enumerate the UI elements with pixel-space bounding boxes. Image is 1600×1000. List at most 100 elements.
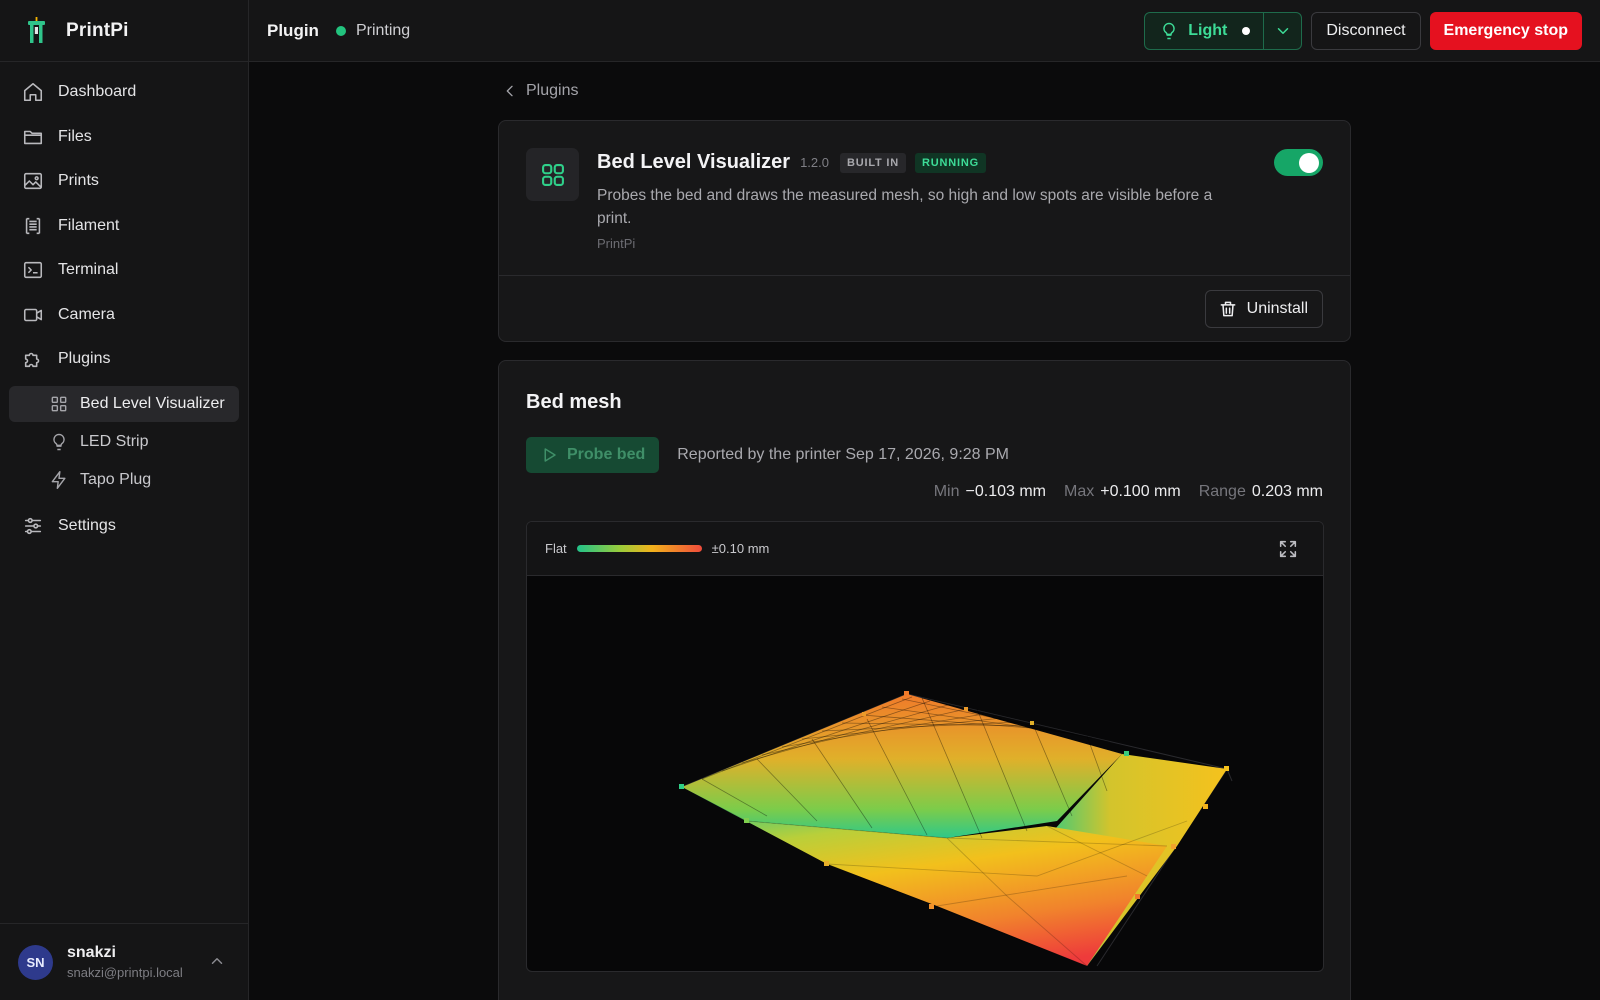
probe-bed-button[interactable]: Probe bed — [526, 437, 660, 473]
nav-label: Files — [58, 127, 92, 145]
plugin-name: Bed Level Visualizer — [597, 151, 791, 173]
sidebar-item-tapo-plug[interactable]: Tapo Plug — [9, 462, 239, 498]
plugin-header: Bed Level Visualizer 1.2.0 BUILT IN RUNN… — [499, 121, 1350, 276]
printpi-logo-icon — [20, 15, 52, 47]
plugin-sub-list: Bed Level Visualizer LED Strip Tapo Plug — [0, 382, 248, 504]
page-title: Plugin — [267, 20, 319, 40]
user-menu[interactable]: SN snakzi snakzi@printpi.local — [0, 923, 248, 1000]
light-label: Light — [1188, 22, 1228, 39]
plugin-info: Bed Level Visualizer 1.2.0 BUILT IN RUNN… — [597, 151, 1247, 251]
grid-icon — [526, 148, 579, 201]
lightbulb-icon — [49, 432, 69, 452]
lightbulb-icon — [1159, 21, 1179, 41]
plugin-title-row: Bed Level Visualizer 1.2.0 BUILT IN RUNN… — [597, 151, 1247, 174]
sidebar-item-bed-level-visualizer[interactable]: Bed Level Visualizer — [9, 385, 239, 422]
trash-icon — [1218, 299, 1238, 319]
plugin-description: Probes the bed and draws the measured me… — [597, 187, 1213, 227]
plugin-enabled-toggle[interactable] — [1274, 149, 1323, 176]
light-control: Light — [1144, 12, 1303, 50]
brand[interactable]: PrintPi — [0, 0, 248, 62]
probe-label: Probe bed — [567, 446, 646, 463]
uninstall-label: Uninstall — [1246, 300, 1308, 317]
mesh-surface — [682, 694, 1227, 966]
stat-min-value: −0.103 mm — [965, 483, 1046, 500]
chevron-up-icon[interactable] — [208, 952, 226, 970]
nav-item-terminal[interactable]: Terminal — [0, 248, 248, 293]
status-dot — [335, 25, 346, 36]
light-toggle-button[interactable]: Light — [1145, 13, 1265, 49]
play-icon — [540, 446, 558, 464]
top-bar: Plugin Printing Light Disconnect Emergen… — [249, 0, 1600, 62]
nav-label: Prints — [58, 172, 99, 190]
viewer-toolbar: Flat ±0.10 mm — [527, 522, 1323, 576]
printer-status: Printing — [355, 21, 411, 39]
legend-scale-label: ±0.10 mm — [711, 541, 770, 556]
filament-spool-icon — [22, 215, 44, 237]
user-details: snakzi snakzi@printpi.local — [67, 944, 183, 980]
bed-mesh-card: Bed mesh Probe bed Reported by the print… — [498, 360, 1351, 1000]
top-actions: Light Disconnect Emergency stop — [1144, 12, 1582, 50]
nav-item-dashboard[interactable]: Dashboard — [0, 70, 248, 115]
terminal-icon — [22, 259, 44, 281]
reported-timestamp: Reported by the printer Sep 17, 2026, 9:… — [677, 446, 1009, 463]
plugin-footer: Uninstall — [499, 276, 1350, 342]
main-nav: Dashboard Files Prints Filament Terminal — [0, 62, 248, 548]
puzzle-icon — [22, 348, 44, 370]
emergency-stop-button[interactable]: Emergency stop — [1429, 12, 1582, 50]
light-dropdown-button[interactable] — [1264, 13, 1301, 49]
lightning-icon — [49, 470, 69, 490]
avatar: SN — [18, 944, 53, 980]
legend-flat-label: Flat — [545, 541, 567, 556]
nav-item-filament[interactable]: Filament — [0, 204, 248, 249]
nav-item-plugins[interactable]: Plugins — [0, 337, 248, 382]
main-content: Plugins Bed Level Visualizer 1.2.0 BUILT… — [498, 62, 1351, 1000]
stat-max-label: Max — [1063, 483, 1095, 500]
nav-label: Dashboard — [58, 83, 137, 101]
legend-gradient — [576, 545, 702, 552]
light-state-dot — [1242, 27, 1251, 35]
image-icon — [22, 170, 44, 192]
user-email: snakzi@printpi.local — [67, 965, 183, 980]
mesh-viewer: Flat ±0.10 mm — [526, 521, 1324, 972]
mesh-stats: Min −0.103 mm Max +0.100 mm Range 0.203 mm — [934, 483, 1323, 501]
disconnect-button[interactable]: Disconnect — [1311, 12, 1421, 50]
status-badge: RUNNING — [915, 152, 986, 173]
sub-item-label: Bed Level Visualizer — [80, 394, 225, 412]
grid-icon — [49, 394, 69, 414]
stat-range-value: 0.203 mm — [1251, 483, 1323, 500]
nav-label: Terminal — [58, 261, 119, 279]
plugin-author: PrintPi — [597, 236, 636, 251]
nav-label: Filament — [58, 216, 120, 234]
breadcrumb[interactable]: Plugins — [498, 62, 1351, 120]
home-icon — [22, 81, 44, 103]
sidebar-item-led-strip[interactable]: LED Strip — [9, 424, 239, 460]
sub-item-label: LED Strip — [80, 432, 149, 450]
stat-range: Range 0.203 mm — [1199, 483, 1323, 501]
probe-row: Probe bed Reported by the printer Sep 17… — [526, 437, 1009, 473]
stat-max: Max +0.100 mm — [1064, 483, 1181, 501]
section-title: Bed mesh — [526, 391, 622, 413]
stat-min-label: Min — [933, 483, 960, 500]
nav-label: Camera — [58, 305, 115, 323]
chevron-left-icon — [502, 83, 518, 99]
nav-label: Settings — [58, 516, 116, 534]
nav-item-camera[interactable]: Camera — [0, 293, 248, 338]
nav-item-files[interactable]: Files — [0, 115, 248, 160]
uninstall-button[interactable]: Uninstall — [1204, 290, 1323, 328]
plugin-card: Bed Level Visualizer 1.2.0 BUILT IN RUNN… — [498, 120, 1351, 342]
nav-item-prints[interactable]: Prints — [0, 159, 248, 204]
user-name: snakzi — [67, 944, 116, 961]
toggle-knob — [1299, 152, 1319, 173]
sub-item-label: Tapo Plug — [80, 470, 152, 488]
app-name: PrintPi — [66, 19, 129, 41]
chevron-down-icon — [1274, 22, 1292, 40]
nav-label: Plugins — [58, 350, 111, 368]
sliders-icon — [22, 515, 44, 537]
video-camera-icon — [22, 304, 44, 326]
built-in-badge: BUILT IN — [839, 152, 907, 173]
mesh-3d-canvas[interactable] — [527, 576, 1323, 971]
stat-min: Min −0.103 mm — [934, 483, 1046, 501]
folder-icon — [22, 126, 44, 148]
expand-icon[interactable] — [1277, 538, 1299, 560]
nav-item-settings[interactable]: Settings — [0, 504, 248, 549]
